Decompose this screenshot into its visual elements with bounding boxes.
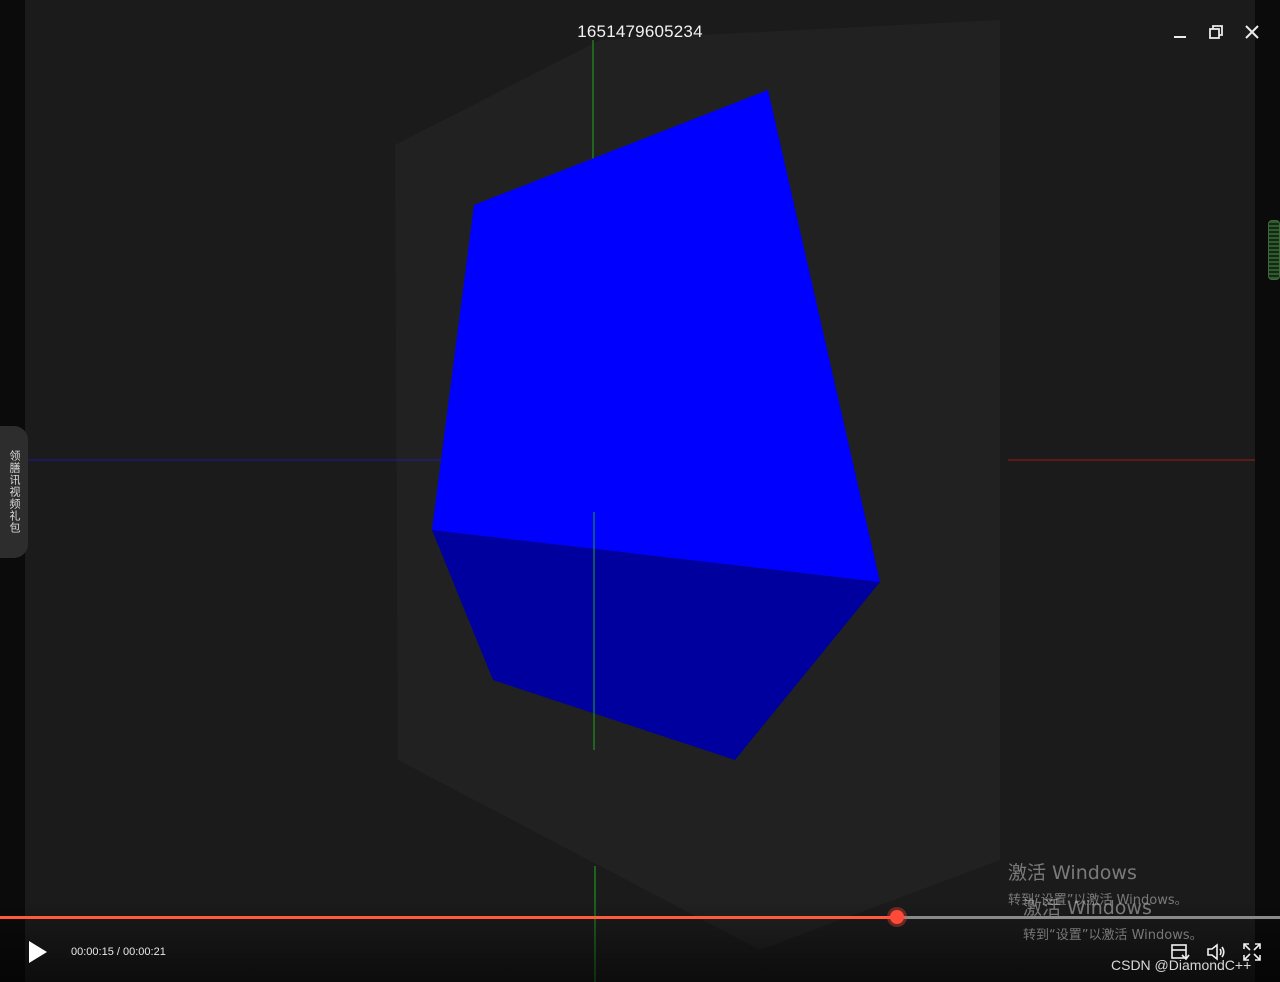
render-scene (25, 20, 1255, 982)
time-display: 00:00:15 / 00:00:21 (71, 946, 166, 958)
close-button[interactable] (1240, 20, 1264, 44)
watermark-title: 激活 Windows (1008, 862, 1137, 884)
play-icon (29, 941, 47, 963)
total-time: 00:00:21 (123, 946, 166, 958)
restore-button[interactable] (1204, 20, 1228, 44)
close-icon (1245, 25, 1259, 39)
play-button[interactable] (26, 939, 50, 965)
volume-level-handle[interactable] (1268, 220, 1280, 280)
window-title: 1651479605234 (577, 22, 703, 41)
time-separator: / (113, 946, 123, 958)
restore-icon (1209, 25, 1223, 39)
seek-bar[interactable] (0, 910, 1280, 924)
minimize-icon (1174, 36, 1186, 38)
watermark-subtitle: 转到“设置”以激活 Windows。 (1023, 928, 1203, 943)
gift-pack-side-tab[interactable]: 领膳讯视频礼包 (0, 426, 28, 558)
video-player-window: 1651479605234 领膳讯视频礼包 激活 Windows 转到“设置”以… (0, 0, 1280, 982)
side-tab-label: 领膳讯视频礼包 (8, 450, 21, 534)
seek-bar-played (0, 916, 898, 919)
current-time: 00:00:15 (71, 946, 114, 958)
minimize-button[interactable] (1168, 20, 1192, 44)
csdn-credit: CSDN @DiamondC++ (1111, 957, 1252, 973)
